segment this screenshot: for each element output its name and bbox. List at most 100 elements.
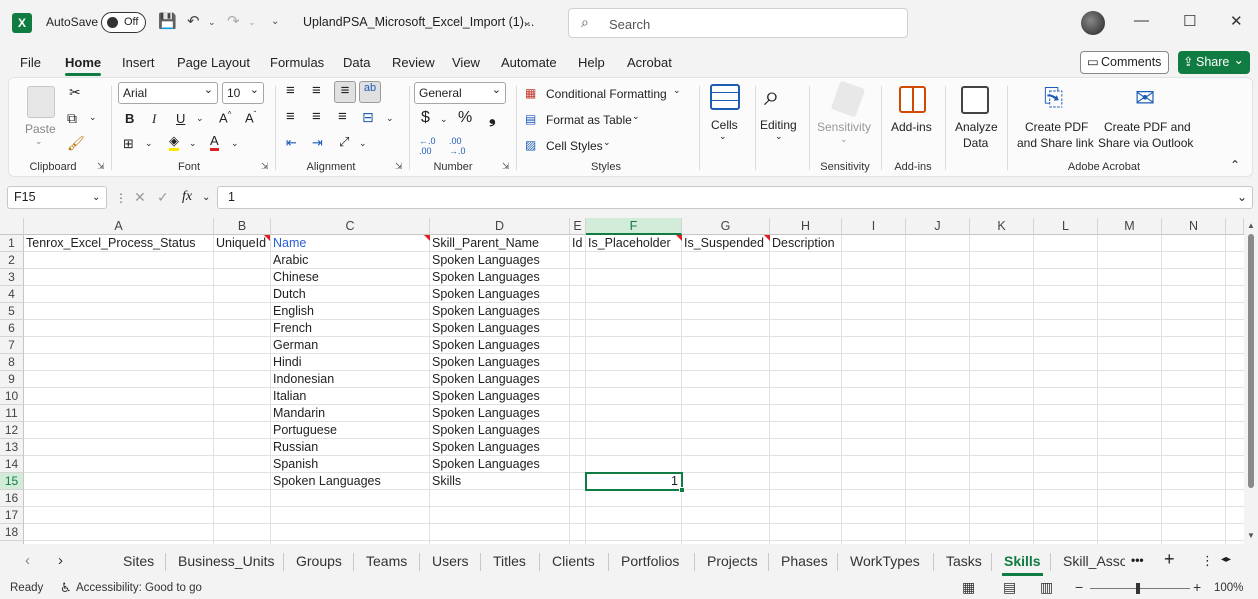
cell-H1[interactable]: Description (770, 235, 842, 252)
pdf-link-line2[interactable]: and Share link (1017, 136, 1094, 150)
font-color-icon[interactable]: A (210, 134, 219, 151)
analyze-line2[interactable]: Data (963, 136, 988, 150)
cell-name[interactable]: Chinese (271, 269, 430, 286)
align-center-icon[interactable]: ≡ (312, 108, 321, 125)
cell-D1[interactable]: Skill_Parent_Name (430, 235, 570, 252)
minimize-icon[interactable]: — (1134, 12, 1149, 29)
column-header[interactable]: K (970, 218, 1034, 235)
copy-icon[interactable]: ⧉ (67, 110, 77, 127)
cell-name[interactable]: Portuguese (271, 422, 430, 439)
sheet-tab[interactable]: Business_Units (178, 553, 275, 569)
cell-parent[interactable]: Spoken Languages (430, 422, 570, 439)
cell-name[interactable]: Indonesian (271, 371, 430, 388)
fill-chevron-icon[interactable]: ⌄ (189, 138, 197, 149)
row-header[interactable]: 9 (0, 371, 24, 388)
row-header[interactable]: 16 (0, 490, 24, 507)
pdf-outlook-line1[interactable]: Create PDF and (1104, 120, 1191, 134)
column-header[interactable]: G (682, 218, 770, 235)
paste-chevron-icon[interactable]: ⌄ (35, 136, 43, 147)
row-header[interactable]: 10 (0, 388, 24, 405)
sheet-tab[interactable]: Projects (707, 553, 758, 569)
cell-name[interactable]: Hindi (271, 354, 430, 371)
active-cell-F15[interactable]: 1 (585, 472, 685, 493)
number-launcher-icon[interactable]: ⇲ (502, 161, 510, 172)
sheet-tab[interactable]: Skills (1002, 553, 1043, 576)
currency-icon[interactable]: $ (421, 109, 430, 127)
cell-parent[interactable]: Skills (430, 473, 570, 490)
sensitivity-chevron-icon[interactable]: ⌄ (840, 134, 848, 145)
tab-acrobat[interactable]: Acrobat (627, 55, 672, 70)
fill-handle[interactable] (679, 487, 685, 493)
decrease-indent-icon[interactable]: ⇤ (286, 135, 297, 151)
align-middle-icon[interactable]: ≡ (312, 82, 321, 99)
zoom-in-icon[interactable]: + (1193, 579, 1201, 595)
tab-view[interactable]: View (452, 55, 480, 70)
row-header[interactable]: 18 (0, 524, 24, 541)
tab-review[interactable]: Review (392, 55, 435, 70)
alignment-launcher-icon[interactable]: ⇲ (395, 161, 403, 172)
cell-name[interactable]: English (271, 303, 430, 320)
row-header[interactable]: 8 (0, 354, 24, 371)
sheet-tab[interactable]: Tasks (946, 553, 982, 569)
hscroll-icon[interactable]: ◂▸ (1221, 554, 1231, 565)
tab-automate[interactable]: Automate (501, 55, 557, 70)
paste-icon[interactable] (27, 86, 55, 118)
editing-chevron-icon[interactable]: ⌄ (775, 131, 783, 142)
addins-button[interactable]: Add-ins (891, 120, 932, 134)
column-header[interactable]: C (271, 218, 430, 235)
clipboard-launcher-icon[interactable]: ⇲ (97, 161, 105, 172)
zoom-slider-thumb[interactable] (1136, 583, 1140, 594)
pdf-link-line1[interactable]: Create PDF (1025, 120, 1088, 134)
pdf-outlook-line2[interactable]: Share via Outlook (1098, 136, 1193, 150)
tab-home[interactable]: Home (65, 55, 102, 76)
row-header[interactable]: 13 (0, 439, 24, 456)
sheet-tab[interactable]: Teams (366, 553, 407, 569)
maximize-icon[interactable]: ☐ (1183, 12, 1196, 30)
borders-icon[interactable]: ⊞ (123, 136, 134, 152)
more-options-icon[interactable]: ⋮ (115, 191, 127, 205)
row-header[interactable]: 7 (0, 337, 24, 354)
pdf-outlook-icon[interactable]: ✉ (1135, 84, 1155, 113)
tab-help[interactable]: Help (578, 55, 605, 70)
confirm-entry-icon[interactable]: ✓ (157, 189, 169, 206)
cell-parent[interactable]: Spoken Languages (430, 252, 570, 269)
column-header[interactable]: D (430, 218, 570, 235)
collapse-ribbon-icon[interactable]: ⌃ (1230, 158, 1240, 172)
cell-parent[interactable]: Spoken Languages (430, 405, 570, 422)
cell-A1[interactable]: Tenrox_Excel_Process_Status (24, 235, 214, 252)
cell-name[interactable]: Dutch (271, 286, 430, 303)
select-all-corner[interactable] (0, 218, 24, 235)
row-header[interactable]: 15 (0, 473, 24, 490)
close-icon[interactable]: ✕ (1230, 12, 1243, 30)
column-header[interactable]: J (906, 218, 970, 235)
formula-input[interactable]: 1 (217, 186, 1253, 209)
column-header[interactable]: A (24, 218, 214, 235)
increase-decimal-icon[interactable]: ←.0.00 (419, 136, 436, 156)
row-header[interactable]: 5 (0, 303, 24, 320)
cell-name[interactable]: Mandarin (271, 405, 430, 422)
sheet-tab[interactable]: Skill_Asso (1063, 553, 1125, 569)
cell-name[interactable]: German (271, 337, 430, 354)
tab-file[interactable]: File (20, 55, 41, 70)
cell-parent[interactable]: Spoken Languages (430, 286, 570, 303)
sheet-tab[interactable]: WorkTypes (850, 553, 920, 569)
row-header[interactable]: 11 (0, 405, 24, 422)
sheet-tab[interactable]: Titles (493, 553, 526, 569)
underline-chevron-icon[interactable]: ⌄ (196, 113, 204, 124)
cell-styles-chevron-icon[interactable]: ⌄ (603, 137, 611, 148)
copy-chevron-icon[interactable]: ⌄ (89, 112, 97, 123)
addins-icon[interactable] (899, 86, 926, 113)
row-header[interactable]: 1 (0, 235, 24, 252)
cell-parent[interactable]: Spoken Languages (430, 337, 570, 354)
decrease-font-icon[interactable]: Aˇ (245, 110, 256, 125)
paste-label[interactable]: Paste (25, 122, 56, 136)
column-header[interactable]: F (586, 218, 682, 235)
increase-indent-icon[interactable]: ⇥ (312, 135, 323, 151)
autosave-toggle[interactable]: Off (101, 12, 146, 33)
editing-search-icon[interactable]: ⌕ (764, 80, 780, 113)
currency-chevron-icon[interactable]: ⌄ (440, 114, 448, 125)
tab-formulas[interactable]: Formulas (270, 55, 324, 70)
avatar[interactable] (1081, 11, 1105, 35)
borders-chevron-icon[interactable]: ⌄ (145, 138, 153, 149)
font-size-select[interactable]: 10 (222, 80, 264, 104)
